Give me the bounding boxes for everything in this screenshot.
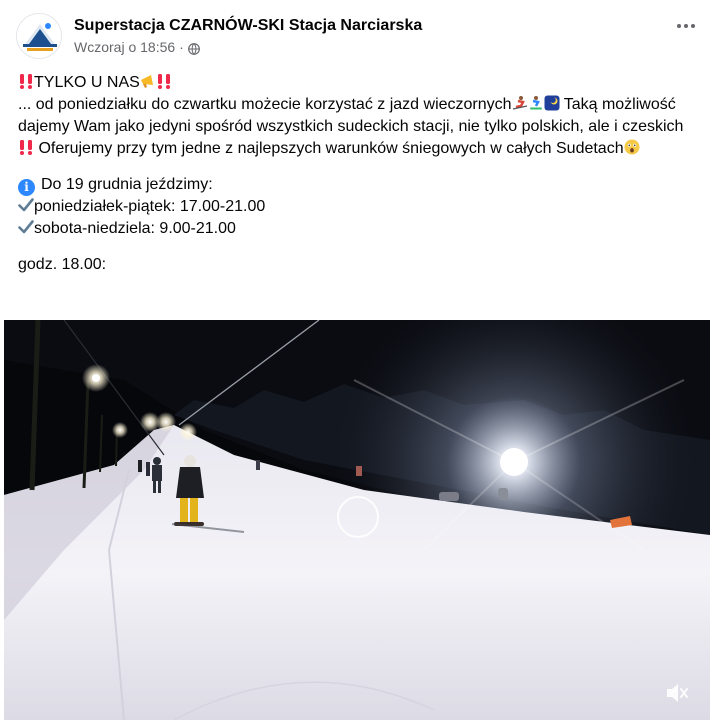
schedule-item: sobota-niedziela: 9.00-21.00: [18, 218, 698, 240]
page-avatar[interactable]: [16, 13, 62, 59]
schedule-item: poniedziałek-piątek: 17.00-21.00: [18, 196, 698, 218]
post-timestamp[interactable]: Wczoraj o 18:56: [74, 38, 175, 56]
post-subline: Wczoraj o 18:56 ·: [74, 38, 422, 56]
check-mark-icon: [18, 219, 34, 235]
double-exclamation-icon: [18, 139, 34, 155]
double-exclamation-icon: [156, 73, 172, 89]
facebook-post: Superstacja CZARNÓW-SKI Stacja Narciarsk…: [0, 0, 712, 727]
video-player[interactable]: [4, 320, 710, 720]
check-mark-icon: [18, 197, 34, 213]
post-headline: TYLKO U NAS: [18, 72, 698, 94]
video-play-ring-icon[interactable]: [337, 496, 379, 538]
headline-text: TYLKO U NAS: [34, 74, 140, 91]
info-icon: i: [18, 179, 35, 196]
schedule-weekend: sobota-niedziela: 9.00-21.00: [34, 220, 236, 237]
separator-dot: ·: [179, 39, 184, 55]
megaphone-icon: [140, 73, 156, 89]
more-dot: [677, 24, 681, 28]
schedule-weekdays: poniedziałek-piątek: 17.00-21.00: [34, 198, 266, 215]
post-body: TYLKO U NAS ... od poniedziałku do czwar…: [18, 72, 698, 276]
speaker-muted-icon[interactable]: [664, 680, 690, 706]
night-icon: [544, 95, 560, 111]
snowboarder-icon: [528, 95, 544, 111]
footer-line: godz. 18.00:: [18, 256, 107, 273]
paragraph-line3: Oferujemy przy tym jedne z najlepszych w…: [38, 140, 624, 157]
page-name[interactable]: Superstacja CZARNÓW-SKI Stacja Narciarsk…: [74, 16, 422, 36]
skier-icon: [512, 95, 528, 111]
paragraph-line1: ... od poniedziałku do czwartku możecie …: [18, 96, 512, 113]
astonished-face-icon: [624, 139, 640, 155]
globe-icon: [187, 41, 200, 55]
more-dot: [684, 24, 688, 28]
schedule-title: Do 19 grudnia jeździmy:: [41, 176, 213, 193]
more-options-icon[interactable]: [668, 8, 704, 44]
post-paragraph: ... od poniedziałku do czwartku możecie …: [18, 94, 698, 160]
post-meta: Superstacja CZARNÓW-SKI Stacja Narciarsk…: [74, 16, 422, 56]
post-header: Superstacja CZARNÓW-SKI Stacja Narciarsk…: [16, 12, 696, 60]
double-exclamation-icon: [18, 73, 34, 89]
schedule-title-line: i Do 19 grudnia jeździmy:: [18, 174, 698, 196]
more-dot: [691, 24, 695, 28]
